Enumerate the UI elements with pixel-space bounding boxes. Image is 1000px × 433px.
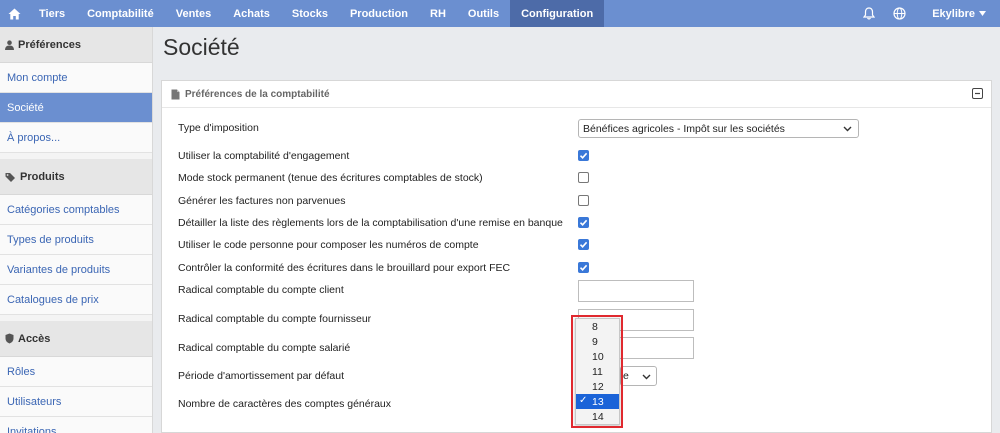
detail-payments-checkbox[interactable] <box>578 217 589 228</box>
checkbox-label: Contrôler la conformité des écritures da… <box>178 262 511 274</box>
sidebar-item-roles[interactable]: Rôles <box>0 357 152 387</box>
sidebar-item-invitations[interactable]: Invitations <box>0 417 152 433</box>
tax-regime-select[interactable]: Bénéfices agricoles - Impôt sur les soci… <box>578 119 859 138</box>
nav-outils[interactable]: Outils <box>457 0 510 27</box>
nav-rh[interactable]: RH <box>419 0 457 27</box>
checkbox-label: Mode stock permanent (tenue des écriture… <box>178 172 483 184</box>
home-icon[interactable] <box>0 0 28 27</box>
top-navbar: Tiers Comptabilité Ventes Achats Stocks … <box>0 0 1000 27</box>
user-menu[interactable]: Ekylibre <box>914 8 1000 20</box>
nav-tiers[interactable]: Tiers <box>28 0 76 27</box>
nav-ventes[interactable]: Ventes <box>165 0 222 27</box>
user-name: Ekylibre <box>932 7 975 20</box>
sidebar-item-mon-compte[interactable]: Mon compte <box>0 63 152 93</box>
sidebar-item-types-de-produits[interactable]: Types de produits <box>0 225 152 255</box>
client-account-label: Radical comptable du compte client <box>178 284 344 296</box>
person-code-checkbox[interactable] <box>578 239 589 250</box>
account-chars-label: Nombre de caractères des comptes générau… <box>178 398 392 410</box>
sidebar-item-categories-comptables[interactable]: Catégories comptables <box>0 195 152 225</box>
caret-down-icon <box>979 11 986 16</box>
sidebar-section-acces: Accès <box>0 321 152 357</box>
nav-production[interactable]: Production <box>339 0 419 27</box>
unreceived-invoices-checkbox[interactable] <box>578 195 589 206</box>
globe-icon[interactable] <box>884 7 914 20</box>
panel-header: Préférences de la comptabilité <box>162 81 991 108</box>
tax-regime-value: Bénéfices agricoles - Impôt sur les soci… <box>583 122 785 135</box>
sidebar-item-societe[interactable]: Société <box>0 93 152 123</box>
tax-regime-label: Type d'imposition <box>178 122 259 134</box>
highlight-box <box>571 315 623 428</box>
fec-compliance-checkbox[interactable] <box>578 262 589 273</box>
user-icon <box>5 39 14 50</box>
bell-icon[interactable] <box>854 7 884 20</box>
checkbox-label: Générer les factures non parvenues <box>178 195 346 207</box>
nav-achats[interactable]: Achats <box>222 0 281 27</box>
checkbox-label: Utiliser le code personne pour composer … <box>178 239 479 251</box>
collapse-icon[interactable] <box>972 88 983 102</box>
permanent-stock-checkbox[interactable] <box>578 172 589 183</box>
client-account-input[interactable] <box>578 280 694 302</box>
panel-title: Préférences de la comptabilité <box>185 88 330 100</box>
page-title: Société <box>163 34 240 60</box>
nav-configuration[interactable]: Configuration <box>510 0 605 27</box>
amortization-partial-value: e <box>623 370 629 382</box>
engagement-checkbox[interactable] <box>578 150 589 161</box>
sidebar-item-catalogues-de-prix[interactable]: Catalogues de prix <box>0 285 152 315</box>
employee-account-label: Radical comptable du compte salarié <box>178 342 351 354</box>
checkbox-label: Détailler la liste des règlements lors d… <box>178 217 563 229</box>
supplier-account-label: Radical comptable du compte fournisseur <box>178 313 372 325</box>
shield-icon <box>5 333 14 344</box>
sidebar-item-variantes-de-produits[interactable]: Variantes de produits <box>0 255 152 285</box>
chevron-down-icon <box>843 126 852 132</box>
checkbox-label: Utiliser la comptabilité d'engagement <box>178 150 350 162</box>
tags-icon <box>5 172 15 182</box>
nav-stocks[interactable]: Stocks <box>281 0 339 27</box>
chevron-down-icon <box>642 374 651 380</box>
sidebar-section-produits: Produits <box>0 159 152 195</box>
sidebar-item-a-propos[interactable]: À propos... <box>0 123 152 153</box>
sidebar-section-preferences: Préférences <box>0 27 152 63</box>
document-icon <box>171 89 180 99</box>
sidebar-item-utilisateurs[interactable]: Utilisateurs <box>0 387 152 417</box>
amortization-select[interactable]: e <box>620 366 657 386</box>
amortization-label: Période d'amortissement par défaut <box>178 370 345 382</box>
sidebar: Préférences Mon compte Société À propos.… <box>0 27 153 433</box>
nav-comptabilite[interactable]: Comptabilité <box>76 0 165 27</box>
